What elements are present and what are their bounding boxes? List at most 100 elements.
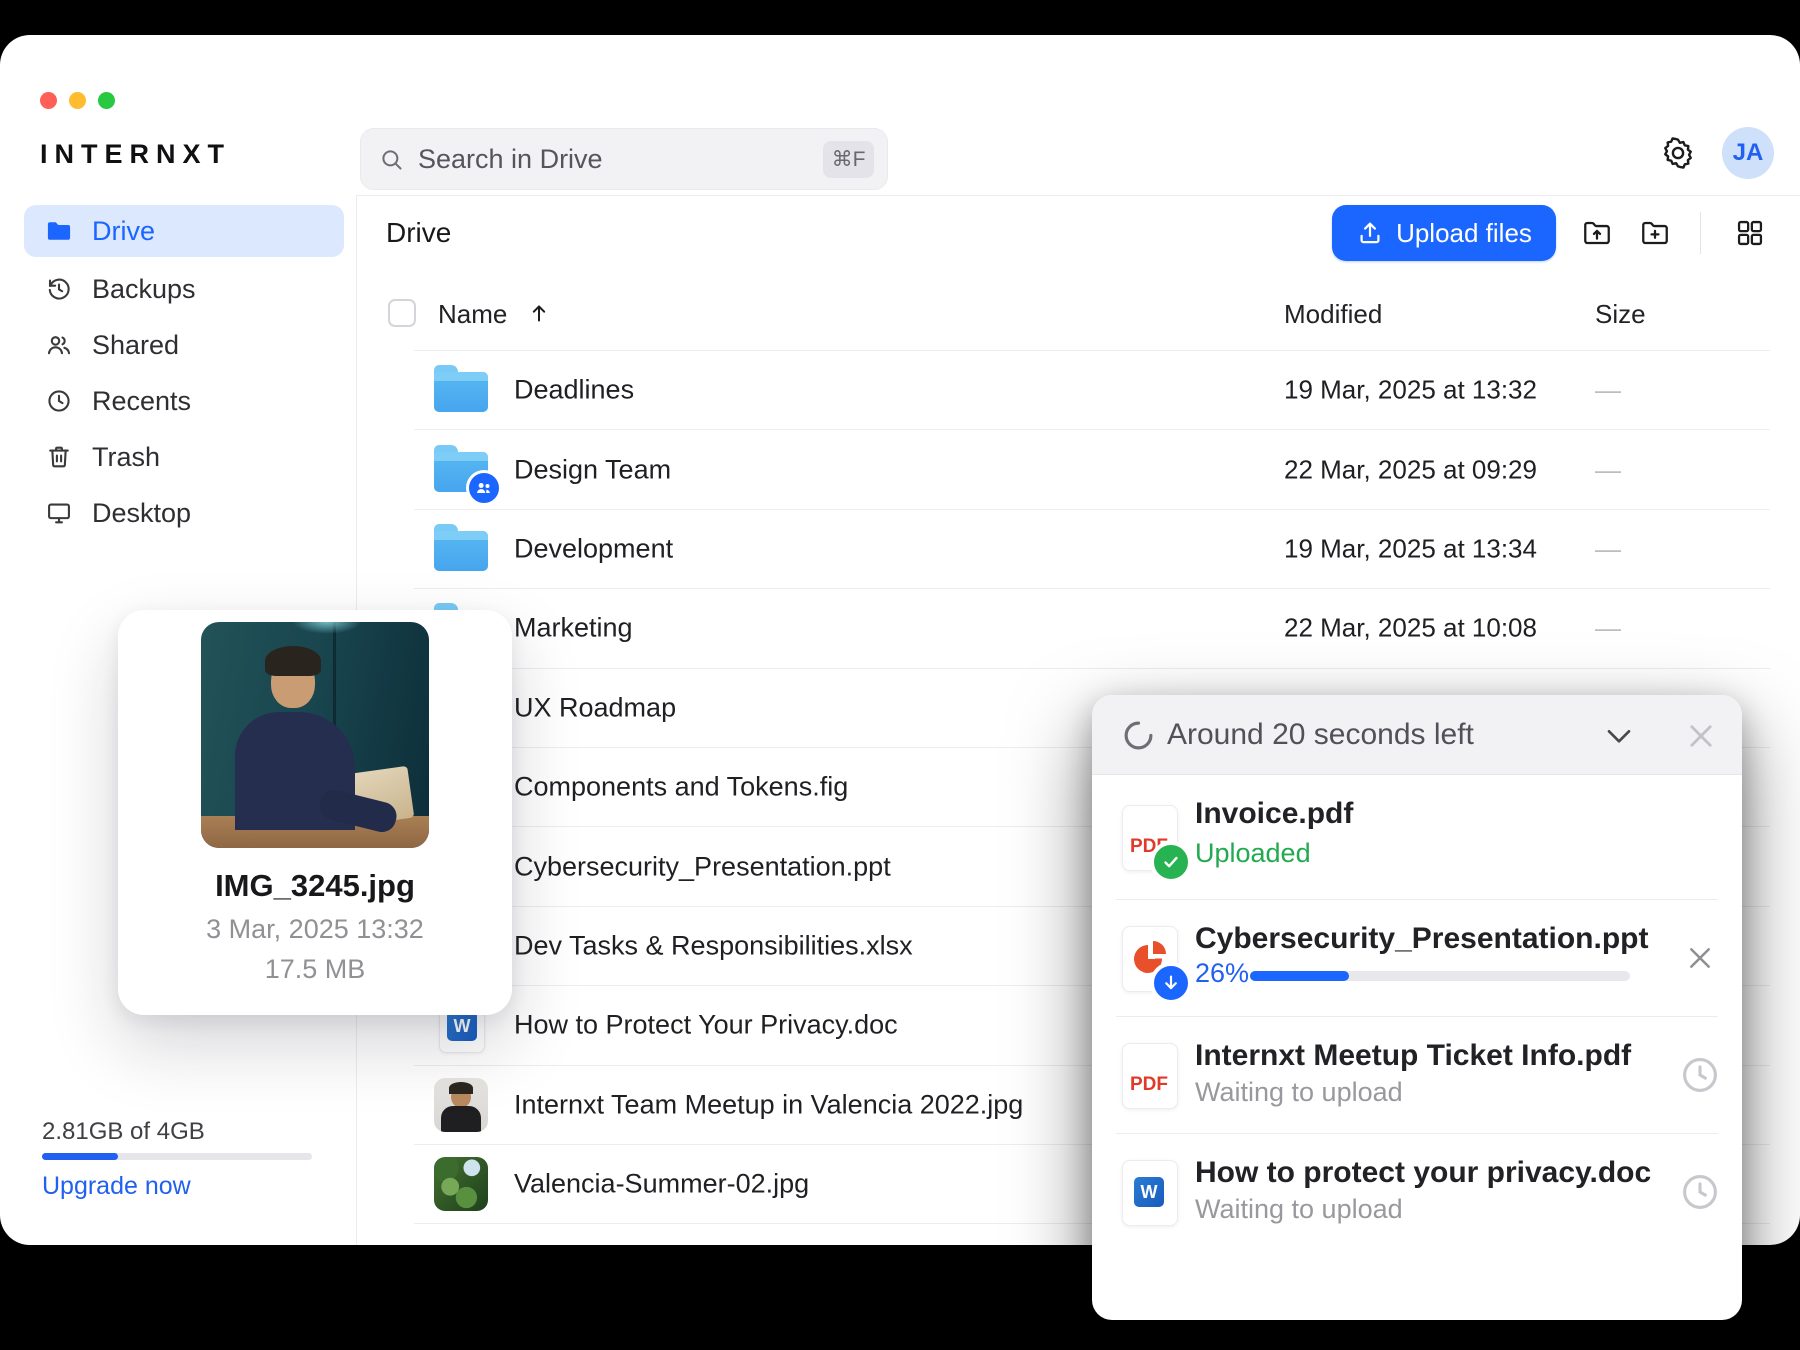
file-name: Deadlines	[514, 374, 635, 405]
avatar[interactable]: JA	[1722, 127, 1774, 179]
sidebar-item-label: Trash	[92, 441, 161, 472]
chevron-down-icon[interactable]	[1603, 720, 1635, 752]
sidebar-item-backups[interactable]: Backups	[24, 263, 344, 315]
pdf-file-icon: PDF	[1122, 805, 1192, 883]
search-input[interactable]: Search in Drive ⌘F	[360, 128, 888, 190]
ppt-file-icon	[1122, 926, 1192, 1004]
folder-icon	[47, 222, 71, 240]
upload-files-button[interactable]: Upload files	[1332, 205, 1556, 261]
file-modified: 19 Mar, 2025 at 13:32	[1284, 374, 1537, 405]
sidebar-item-label: Backups	[92, 273, 196, 304]
file-size: —	[1595, 533, 1621, 564]
upload-item-name: Invoice.pdf	[1195, 797, 1354, 830]
photo-thumbnail	[434, 1077, 490, 1132]
search-icon	[382, 149, 402, 170]
preview-filename: IMG_3245.jpg	[215, 868, 415, 903]
cancel-upload-icon[interactable]	[1684, 942, 1716, 974]
file-size: —	[1595, 454, 1621, 485]
upload-item-cybersecurity: Cybersecurity_Presentation.ppt 26%	[1092, 900, 1742, 1016]
sidebar-item-recents[interactable]: Recents	[24, 375, 344, 427]
upload-item-privacy-doc: W How to protect your privacy.doc Waitin…	[1092, 1134, 1742, 1250]
uploaded-check-icon	[1150, 841, 1192, 883]
close-window-button[interactable]	[40, 92, 57, 109]
maximize-window-button[interactable]	[98, 92, 115, 109]
preview-image	[201, 622, 429, 848]
clock-icon	[48, 390, 70, 412]
column-header-modified[interactable]: Modified	[1284, 299, 1382, 330]
sidebar-item-label: Desktop	[92, 497, 192, 528]
folder-icon	[434, 364, 490, 416]
file-name: Dev Tasks & Responsibilities.xlsx	[514, 930, 913, 961]
waiting-clock-icon	[1683, 1058, 1717, 1092]
file-name: Marketing	[514, 612, 633, 643]
spinner-icon	[1124, 721, 1153, 750]
search-shortcut-badge: ⌘F	[823, 140, 874, 178]
file-name: Cybersecurity_Presentation.ppt	[514, 851, 891, 882]
upload-button-label: Upload files	[1396, 217, 1532, 248]
table-row-development[interactable]: Development 19 Mar, 2025 at 13:34 —	[414, 510, 1770, 590]
upload-item-percent: 26%	[1195, 958, 1250, 988]
uploading-download-icon	[1150, 962, 1192, 1004]
sidebar-item-trash[interactable]: Trash	[24, 431, 344, 483]
file-name: Valencia-Summer-02.jpg	[514, 1168, 810, 1199]
file-size: —	[1595, 612, 1621, 643]
sort-ascending-icon[interactable]	[527, 301, 551, 325]
upload-time-remaining: Around 20 seconds left	[1167, 718, 1474, 751]
sidebar-item-label: Drive	[92, 215, 156, 246]
preview-filesize: 17.5 MB	[264, 954, 366, 984]
upload-item-invoice: PDF Invoice.pdf Uploaded	[1092, 775, 1742, 899]
upload-item-status: Uploaded	[1195, 838, 1311, 868]
backup-history-icon	[48, 278, 70, 300]
close-icon[interactable]	[1684, 719, 1718, 753]
upload-item-name: Internxt Meetup Ticket Info.pdf	[1195, 1039, 1632, 1072]
shared-users-icon	[47, 336, 71, 355]
file-name: How to Protect Your Privacy.doc	[514, 1009, 898, 1040]
upload-icon	[1360, 222, 1380, 244]
pdf-file-icon: PDF	[1122, 1043, 1178, 1109]
upload-folder-icon[interactable]	[1581, 217, 1613, 249]
grid-view-icon[interactable]	[1734, 217, 1766, 249]
column-header-name[interactable]: Name	[438, 299, 507, 330]
toolbar-divider	[1700, 212, 1701, 254]
preview-date: 3 Mar, 2025 13:32	[206, 914, 424, 944]
word-file-icon: W	[1122, 1160, 1178, 1226]
trash-icon	[49, 446, 69, 468]
table-row-design-team[interactable]: Design Team 22 Mar, 2025 at 09:29 —	[414, 430, 1770, 510]
header-divider	[356, 195, 1800, 196]
shared-badge-icon	[466, 469, 502, 506]
sidebar-item-desktop[interactable]: Desktop	[24, 487, 344, 539]
desktop-monitor-icon	[48, 503, 70, 524]
file-modified: 19 Mar, 2025 at 13:34	[1284, 533, 1537, 564]
screenshot-canvas: INTERNXT Search in Drive ⌘F JA Drive Bac…	[0, 0, 1800, 1350]
folder-icon	[434, 523, 490, 575]
minimize-window-button[interactable]	[69, 92, 86, 109]
select-all-checkbox[interactable]	[388, 299, 416, 327]
upload-item-name: Cybersecurity_Presentation.ppt	[1195, 922, 1649, 955]
file-name: UX Roadmap	[514, 692, 677, 723]
new-folder-icon[interactable]	[1639, 217, 1671, 249]
storage-usage-label: 2.81GB of 4GB	[42, 1118, 205, 1145]
sidebar-item-label: Recents	[92, 385, 192, 416]
upgrade-link[interactable]: Upgrade now	[42, 1172, 191, 1201]
file-name: Design Team	[514, 454, 672, 485]
shared-folder-icon	[434, 444, 502, 506]
upload-item-status: Waiting to upload	[1195, 1077, 1403, 1107]
settings-gear-icon[interactable]	[1661, 136, 1695, 170]
file-name: Internxt Team Meetup in Valencia 2022.jp…	[514, 1089, 1024, 1120]
upload-progress-fill	[1250, 971, 1349, 981]
upload-item-status: Waiting to upload	[1195, 1194, 1403, 1224]
column-header-size[interactable]: Size	[1595, 299, 1646, 330]
sidebar-item-shared[interactable]: Shared	[24, 319, 344, 371]
storage-progress-bar	[42, 1153, 312, 1160]
file-preview-card: IMG_3245.jpg 3 Mar, 2025 13:32 17.5 MB	[118, 610, 512, 1015]
table-row-marketing[interactable]: Marketing 22 Mar, 2025 at 10:08 —	[414, 589, 1770, 669]
photo-thumbnail	[434, 1157, 490, 1212]
internxt-logo: INTERNXT	[40, 139, 231, 169]
upload-progress-bar	[1250, 971, 1630, 981]
sidebar-item-label: Shared	[92, 329, 180, 360]
sidebar-item-drive[interactable]: Drive	[24, 205, 344, 257]
storage-progress-fill	[42, 1153, 118, 1160]
page-title: Drive	[386, 217, 452, 248]
table-row-deadlines[interactable]: Deadlines 19 Mar, 2025 at 13:32 —	[414, 351, 1770, 431]
file-modified: 22 Mar, 2025 at 09:29	[1284, 454, 1537, 485]
